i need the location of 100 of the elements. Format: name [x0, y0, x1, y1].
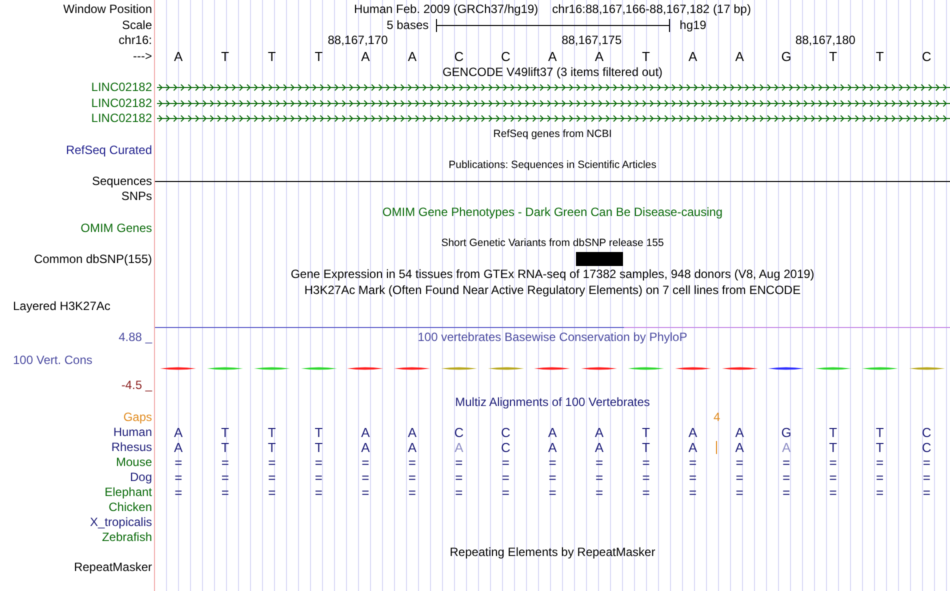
- aligned-base: A: [688, 426, 698, 439]
- species-label[interactable]: Chicken: [108, 500, 155, 514]
- aligned-base: T: [876, 426, 884, 439]
- aligned-base: A: [454, 440, 464, 454]
- track-label[interactable]: SNPs: [121, 190, 155, 204]
- aligned-base: =: [782, 486, 790, 499]
- aligned-base: A: [594, 426, 604, 439]
- aligned-base: T: [829, 440, 838, 454]
- aligned-base: A: [782, 440, 791, 454]
- track-label[interactable]: RefSeq Curated: [66, 144, 155, 157]
- species-label[interactable]: Mouse: [116, 456, 155, 469]
- aligned-base: =: [408, 456, 416, 469]
- track-title: Gene Expression in 54 tissues from GTEx RNA-seq of 17382 samples, 948 donors (V8, Aug 2019): [290, 268, 814, 282]
- aligned-base: =: [548, 456, 556, 469]
- aligned-base: =: [268, 486, 276, 499]
- base-letter: T: [314, 50, 323, 64]
- aligned-base: =: [314, 486, 322, 499]
- base-letter: C: [501, 50, 510, 64]
- track-label[interactable]: OMIM Genes: [80, 222, 155, 235]
- species-label[interactable]: X_tropicalis: [90, 516, 155, 529]
- aligned-base: =: [268, 470, 276, 484]
- track-title: Repeating Elements by RepeatMasker: [450, 546, 656, 559]
- aligned-base: =: [595, 456, 604, 469]
- aligned-base: =: [736, 486, 744, 499]
- base-letter: T: [268, 50, 276, 64]
- aligned-base: T: [268, 426, 276, 439]
- aligned-base: T: [314, 426, 323, 439]
- base-letter: A: [174, 50, 183, 64]
- aligned-base: =: [502, 486, 510, 499]
- track-title: GENCODE V49lift37 (3 items filtered out): [442, 66, 663, 79]
- species-label[interactable]: Human: [113, 426, 155, 439]
- track-label[interactable]: LINC02182: [91, 81, 155, 94]
- aligned-base: =: [736, 470, 744, 484]
- track-label[interactable]: Layered H3K27Ac: [0, 300, 110, 313]
- track-label[interactable]: Sequences: [92, 174, 155, 188]
- aligned-base: =: [502, 470, 510, 484]
- species-label[interactable]: Zebrafish: [102, 530, 155, 544]
- aligned-base: =: [642, 486, 650, 499]
- aligned-base: T: [829, 426, 838, 439]
- ruler-position: 88,167,180: [795, 34, 856, 48]
- base-letter: T: [829, 50, 838, 64]
- aligned-base: =: [548, 470, 556, 484]
- species-label[interactable]: Elephant: [104, 486, 155, 499]
- track-label[interactable]: Common dbSNP(155): [34, 252, 155, 266]
- base-letter: C: [922, 50, 932, 64]
- aligned-base: T: [268, 440, 276, 454]
- aligned-base: T: [221, 440, 230, 454]
- aligned-base: T: [876, 440, 884, 454]
- aligned-base: =: [876, 486, 884, 499]
- base-letter: T: [221, 50, 230, 64]
- aligned-base: C: [501, 440, 510, 454]
- species-label[interactable]: Dog: [130, 470, 155, 484]
- track-title: H3K27Ac Mark (Often Found Near Active Regulatory Elements) on 7 cell lines from ENCODE: [304, 284, 801, 297]
- assembly-name: Human Feb. 2009 (GRCh37/hg19): [354, 3, 538, 16]
- aligned-base: =: [595, 470, 604, 484]
- aligned-base: =: [548, 486, 556, 499]
- aligned-base: =: [595, 486, 604, 499]
- species-label[interactable]: Rhesus: [111, 440, 155, 454]
- aligned-base: =: [922, 470, 930, 484]
- aligned-base: =: [782, 456, 790, 469]
- aligned-base: A: [174, 440, 183, 454]
- base-letter: A: [408, 50, 417, 64]
- aligned-base: =: [362, 470, 370, 484]
- track-label[interactable]: 100 Vert. Cons: [0, 354, 92, 367]
- track-label[interactable]: LINC02182: [91, 96, 155, 110]
- track-label[interactable]: LINC02182: [91, 112, 155, 126]
- aligned-base: =: [362, 486, 370, 499]
- aligned-base: =: [455, 456, 463, 469]
- aligned-base: A: [361, 440, 370, 454]
- scale-assembly: hg19: [680, 18, 706, 32]
- aligned-base: =: [221, 470, 229, 484]
- aligned-base: =: [502, 456, 510, 469]
- aligned-base: =: [642, 470, 650, 484]
- aligned-base: =: [829, 456, 837, 469]
- gap-count: 4: [713, 410, 720, 424]
- ruler-position: 88,167,170: [328, 34, 388, 48]
- scale-length: 5 bases: [386, 18, 429, 32]
- row-label: --->: [133, 50, 153, 64]
- base-letter: T: [642, 50, 650, 64]
- aligned-base: T: [642, 426, 650, 439]
- track-title: OMIM Gene Phenotypes - Dark Green Can Be Disease-causing: [382, 206, 723, 220]
- aligned-base: C: [454, 426, 464, 439]
- aligned-base: A: [688, 440, 698, 454]
- track-title: 100 vertebrates Basewise Conservation by PhyloP: [418, 330, 688, 344]
- base-letter: C: [454, 50, 464, 64]
- track-title: RefSeq genes from NCBI: [493, 128, 612, 142]
- track-label[interactable]: RepeatMasker: [74, 560, 155, 574]
- axis-max-label: 4.88 _: [118, 330, 154, 344]
- aligned-base: =: [688, 456, 697, 469]
- aligned-base: =: [408, 486, 416, 499]
- track-title: Multiz Alignments of 100 Vertebrates: [455, 396, 650, 409]
- aligned-base: =: [314, 470, 322, 484]
- row-label: Window Position: [63, 3, 153, 16]
- aligned-base: A: [548, 440, 557, 454]
- axis-min-label: -4.5 _: [121, 378, 154, 392]
- aligned-base: C: [922, 426, 932, 439]
- aligned-base: A: [408, 440, 417, 454]
- aligned-base: =: [642, 456, 650, 469]
- position-text: chr16:88,167,166-88,167,182 (17 bp): [552, 3, 751, 16]
- insertion-mark: [716, 440, 718, 454]
